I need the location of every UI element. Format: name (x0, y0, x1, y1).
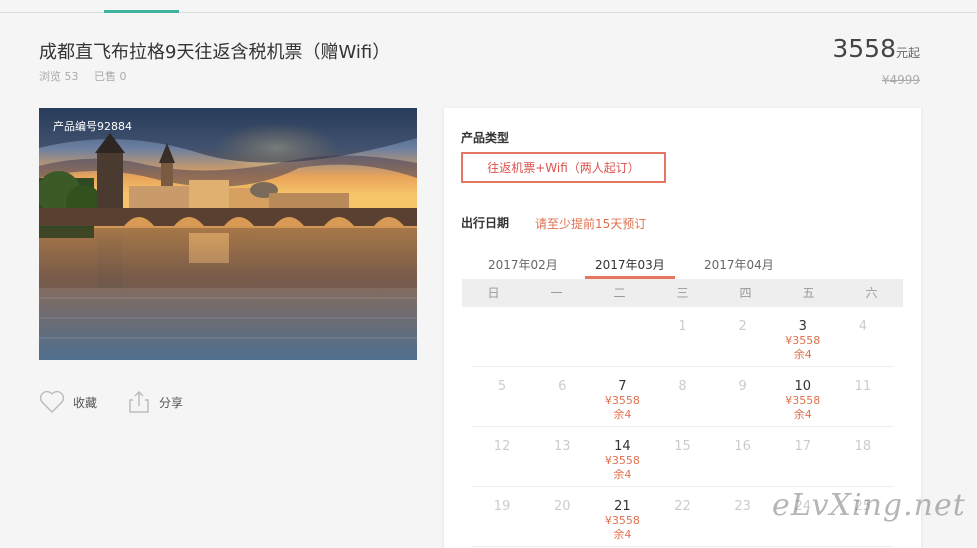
day-number: 7 (618, 379, 627, 394)
favorite-button[interactable]: 收藏 (39, 390, 97, 414)
day-number: 13 (553, 439, 571, 454)
product-title: 成都直飞布拉格9天往返含税机票（赠Wifi） (39, 42, 391, 63)
calendar-day: 18 (833, 427, 893, 486)
prague-bridge-image (39, 108, 417, 360)
calendar-day-available[interactable]: 21 ¥3558 余4 (592, 487, 652, 546)
day-price: ¥3558 (604, 454, 640, 467)
booking-hint: 请至少提前15天预订 (535, 217, 647, 231)
product-type-option[interactable]: 往返机票+Wifi（两人起订） (461, 152, 666, 183)
day-number: 22 (674, 499, 691, 514)
day-price: ¥3558 (785, 394, 821, 407)
calendar-day: 17 (773, 427, 833, 486)
product-meta: 浏览 53 已售 0 (39, 68, 139, 84)
day-number: 20 (553, 499, 571, 514)
booking-panel: 产品类型 往返机票+Wifi（两人起订） 出行日期 请至少提前15天预订 201… (444, 108, 921, 548)
day-number: 18 (854, 439, 872, 454)
travel-date-label: 出行日期 (461, 216, 510, 230)
share-label: 分享 (159, 395, 184, 410)
calendar-day: 5 (472, 367, 532, 426)
calendar-day: 23 (713, 487, 773, 546)
month-tabs: 2017年02月 2017年03月 2017年04月 (462, 252, 903, 280)
day-number: 1 (678, 319, 687, 334)
day-number: 14 (614, 439, 631, 454)
day-number: 19 (493, 499, 511, 514)
day-price: ¥3558 (785, 334, 821, 347)
day-stock: 余4 (613, 468, 632, 481)
calendar-day: 9 (713, 367, 773, 426)
top-navigation-bar (0, 0, 977, 13)
calendar-day: 6 (532, 367, 592, 426)
share-icon (129, 391, 149, 413)
day-number: 3 (798, 319, 807, 334)
price-unit: 元起 (895, 46, 920, 60)
site-watermark: eLvXing.net (772, 488, 966, 523)
day-stock: 余4 (793, 348, 812, 361)
weekday-sun: 日 (487, 286, 500, 300)
calendar-day: 11 (833, 367, 893, 426)
day-number: 2 (738, 319, 747, 334)
calendar-day: 20 (532, 487, 592, 546)
weekday-wed: 三 (676, 286, 689, 300)
day-number: 21 (614, 499, 631, 514)
calendar-day-available[interactable]: 7 ¥3558 余4 (592, 367, 652, 426)
calendar-day (532, 307, 592, 366)
share-button[interactable]: 分享 (127, 390, 183, 414)
day-number: 12 (493, 439, 511, 454)
calendar-day: 12 (472, 427, 532, 486)
day-number: 8 (678, 379, 687, 394)
calendar-day: 1 (652, 307, 712, 366)
day-number: 6 (558, 379, 567, 394)
day-number: 16 (734, 439, 751, 454)
calendar-day: 2 (713, 307, 773, 366)
heart-icon (39, 390, 65, 413)
day-price: ¥3558 (604, 394, 640, 407)
weekday-fri: 五 (802, 286, 815, 300)
day-number: 9 (738, 379, 747, 394)
weekday-sat: 六 (865, 286, 878, 300)
product-photo: 产品编号92884 (39, 108, 417, 360)
calendar-day (472, 307, 532, 366)
active-tab-indicator (104, 10, 179, 13)
day-number: 17 (794, 439, 812, 454)
calendar-day: 16 (713, 427, 773, 486)
day-number: 5 (497, 379, 507, 394)
calendar-week-row: 5 6 7 ¥3558 余4 8 9 10 ¥3558 余4 11 (472, 367, 893, 427)
calendar-day: 8 (652, 367, 712, 426)
day-number: 23 (734, 499, 751, 514)
day-stock: 余4 (613, 408, 632, 421)
tab-month-apr[interactable]: 2017年04月 (704, 256, 774, 273)
original-price: ¥4999 (881, 73, 920, 87)
calendar-day: 13 (532, 427, 592, 486)
calendar-day: 22 (652, 487, 712, 546)
tab-month-mar[interactable]: 2017年03月 (595, 256, 665, 273)
sold-count: 已售 0 (94, 70, 127, 83)
calendar-day-available[interactable]: 3 ¥3558 余4 (773, 307, 833, 366)
product-actions: 收藏 分享 (39, 390, 213, 414)
calendar-day (592, 307, 652, 366)
weekday-mon: 一 (550, 286, 563, 300)
calendar-day-available[interactable]: 14 ¥3558 余4 (592, 427, 652, 486)
view-count: 浏览 53 (39, 70, 79, 83)
price-block: 3558元起 (832, 34, 920, 63)
calendar-day: 19 (472, 487, 532, 546)
calendar-day: 4 (833, 307, 893, 366)
favorite-label: 收藏 (73, 395, 98, 410)
tab-month-feb[interactable]: 2017年02月 (488, 256, 558, 273)
day-number: 11 (854, 379, 872, 394)
product-type-label: 产品类型 (461, 131, 510, 145)
day-stock: 余4 (793, 408, 812, 421)
calendar-day-available[interactable]: 10 ¥3558 余4 (773, 367, 833, 426)
calendar-week-row: 1 2 3 ¥3558 余4 4 (472, 307, 893, 367)
weekday-thu: 四 (739, 286, 752, 300)
price-value: 3558 (832, 34, 896, 63)
calendar-week-row: 12 13 14 ¥3558 余4 15 16 17 18 (472, 427, 893, 487)
weekday-tue: 二 (613, 286, 626, 300)
weekday-header: 日 一 二 三 四 五 六 (462, 279, 903, 307)
day-price: ¥3558 (604, 514, 640, 527)
day-number: 4 (858, 319, 868, 334)
calendar-day: 15 (652, 427, 712, 486)
day-number: 15 (674, 439, 691, 454)
day-number: 10 (794, 379, 812, 394)
product-code: 产品编号92884 (53, 120, 132, 133)
